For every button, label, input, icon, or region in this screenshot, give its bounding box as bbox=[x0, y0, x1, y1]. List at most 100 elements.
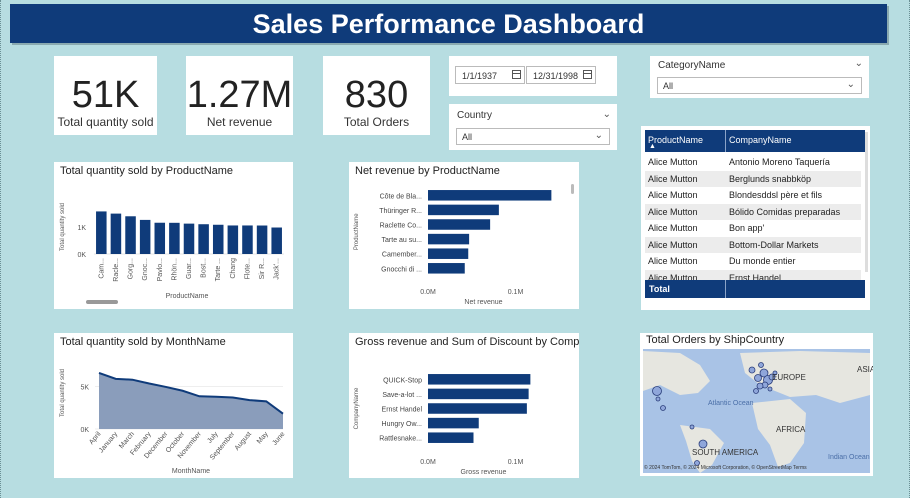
calendar-icon[interactable] bbox=[583, 70, 592, 79]
country-slicer: Country ⌄ All ⌄ bbox=[449, 104, 617, 150]
chart-quantity-by-product[interactable]: Total quantity sold by ProductName 0K 1K Ca… bbox=[54, 162, 293, 309]
country-selected-value: All bbox=[462, 132, 473, 142]
cell-companyname: Bottom-Dollar Markets bbox=[729, 239, 819, 250]
cell-companyname: Blondesddsl père et fils bbox=[729, 190, 823, 200]
x-tick-label: Tarte ... bbox=[215, 258, 222, 281]
map-label: ASIA bbox=[857, 365, 873, 374]
cell-productname: Alice Mutton bbox=[648, 239, 698, 250]
calendar-icon[interactable] bbox=[512, 70, 521, 79]
chart-quantity-by-month[interactable]: Total quantity sold by MonthName 0K 5K Apri… bbox=[54, 333, 293, 478]
kpi-card-quantity[interactable]: 51K Total quantity sold bbox=[54, 56, 157, 135]
chevron-down-icon: ⌄ bbox=[846, 79, 855, 90]
y-tick-label: 0K bbox=[77, 252, 86, 259]
chart-gross-revenue-by-company[interactable]: Gross revenue and Sum of Discount by Com… bbox=[349, 333, 626, 478]
x-tick-label: August bbox=[234, 431, 253, 452]
y-tick-label: Côte de Bla... bbox=[380, 193, 422, 200]
country-slicer-label: Country bbox=[457, 110, 493, 121]
chart-title: Total quantity sold by ProductName bbox=[60, 165, 233, 177]
end-date-value: 12/31/1998 bbox=[533, 71, 579, 81]
table-total-row: Total bbox=[645, 280, 865, 298]
bar bbox=[154, 222, 166, 254]
y-tick-label: Thüringer R... bbox=[379, 208, 422, 215]
bar bbox=[139, 219, 151, 254]
bar bbox=[428, 417, 479, 429]
x-tick-label: Cam... bbox=[98, 258, 105, 279]
table-scrollbar[interactable] bbox=[865, 132, 868, 272]
table-row[interactable]: Alice Mutton Bólido Comidas preparadas bbox=[645, 203, 861, 220]
bar bbox=[428, 263, 465, 274]
table-row[interactable]: Alice Mutton Bon app' bbox=[645, 220, 861, 237]
x-tick-label: Gorg... bbox=[128, 258, 135, 279]
bar bbox=[125, 216, 136, 254]
bar bbox=[212, 224, 224, 254]
cell-productname: Alice Mutton bbox=[648, 223, 698, 233]
cell-companyname: Bon app' bbox=[729, 223, 765, 233]
country-dropdown[interactable]: All ⌄ bbox=[456, 128, 610, 145]
column-divider bbox=[725, 130, 726, 152]
cell-companyname: Bólido Comidas preparadas bbox=[729, 206, 841, 217]
column-header-companyname[interactable]: CompanyName bbox=[729, 135, 792, 145]
bar bbox=[428, 190, 552, 201]
y-tick-label: Save-a-lot ... bbox=[382, 392, 422, 399]
y-tick-label: 5K bbox=[80, 385, 89, 392]
x-axis-title: Gross revenue bbox=[461, 469, 507, 476]
y-axis-title: ProductName bbox=[354, 213, 360, 250]
bar bbox=[428, 388, 529, 400]
x-tick-label: Gnoc... bbox=[142, 258, 149, 281]
x-tick-label: 0.1M bbox=[508, 289, 524, 296]
cell-productname: Alice Mutton bbox=[648, 157, 698, 167]
category-dropdown[interactable]: All ⌄ bbox=[657, 77, 862, 94]
category-selected-value: All bbox=[663, 81, 674, 91]
bar bbox=[428, 432, 474, 443]
kpi-value: 51K bbox=[71, 74, 140, 116]
table-row[interactable]: Alice Mutton Blondesddsl père et fils bbox=[645, 187, 861, 204]
chevron-down-icon: ⌄ bbox=[594, 130, 603, 141]
y-tick-label: 0K bbox=[80, 427, 89, 434]
y-axis-title: Total quantity sold bbox=[60, 203, 66, 251]
start-date-input[interactable]: 1/1/1937 bbox=[455, 66, 525, 84]
bar bbox=[428, 219, 491, 230]
x-tick-label: Chang bbox=[230, 258, 237, 279]
bar-chart: Total quantity sold by ProductName 0K 1K Ca… bbox=[60, 165, 284, 304]
cell-companyname: Berglunds snabbköp bbox=[729, 173, 812, 184]
y-tick-label: Raclette Co... bbox=[380, 223, 422, 230]
table-row[interactable]: Alice Mutton Du monde entier bbox=[645, 253, 861, 270]
column-header-productname[interactable]: ProductName bbox=[648, 135, 703, 145]
x-tick-label: January bbox=[98, 430, 120, 454]
bar bbox=[428, 204, 499, 216]
x-tick-label: June bbox=[271, 431, 286, 447]
map-label: Indian Ocean bbox=[828, 454, 870, 461]
chevron-down-icon[interactable]: ⌄ bbox=[603, 109, 611, 120]
world-map[interactable]: EUROPE ASIA Atlantic Ocean AFRICA SOUTH … bbox=[640, 333, 873, 476]
x-tick-label: May bbox=[256, 430, 270, 445]
x-tick-label: Pavlo... bbox=[157, 258, 164, 281]
table-row[interactable]: Alice Mutton Antonio Moreno Taquería bbox=[645, 154, 861, 171]
bar bbox=[198, 224, 209, 254]
x-tick-label: Bost... bbox=[201, 258, 208, 278]
table-row[interactable]: Alice Mutton Berglunds snabbköp bbox=[645, 170, 861, 187]
product-company-table[interactable]: ProductName ▲ CompanyName Alice Mutton An… bbox=[641, 126, 870, 310]
kpi-card-total-orders[interactable]: 830 Total Orders bbox=[323, 56, 430, 135]
kpi-card-net-revenue[interactable]: 1.27M Net revenue bbox=[186, 56, 293, 135]
kpi-label: Total Orders bbox=[343, 115, 410, 129]
chart-title: Net revenue by ProductName bbox=[355, 165, 500, 177]
map-label: AFRICA bbox=[776, 425, 806, 434]
map-orders-by-country[interactable]: Total Orders by ShipCountry EUROPE ASIA … bbox=[640, 333, 873, 476]
map-label: SOUTH AMERICA bbox=[692, 448, 759, 457]
bar bbox=[183, 223, 195, 254]
chart-net-revenue-by-product[interactable]: Net revenue by ProductName Côte de Bla...… bbox=[349, 162, 579, 309]
bar bbox=[227, 225, 239, 254]
table-header: ProductName ▲ CompanyName bbox=[645, 130, 865, 152]
chevron-down-icon[interactable]: ⌄ bbox=[855, 58, 863, 69]
total-label: Total bbox=[649, 284, 670, 294]
kpi-label: Net revenue bbox=[206, 115, 273, 129]
cell-productname: Alice Mutton bbox=[648, 173, 698, 184]
x-axis-title: Net revenue bbox=[464, 299, 502, 306]
table-row[interactable]: Alice Mutton Bottom-Dollar Markets bbox=[645, 236, 861, 253]
bar bbox=[169, 222, 180, 254]
bar bbox=[428, 374, 531, 385]
end-date-input[interactable]: 12/31/1998 bbox=[526, 66, 596, 84]
horizontal-bar-chart: Net revenue by ProductName Côte de Bla...… bbox=[354, 165, 574, 306]
y-tick-label: QUICK-Stop bbox=[383, 377, 422, 384]
column-divider bbox=[725, 280, 726, 298]
